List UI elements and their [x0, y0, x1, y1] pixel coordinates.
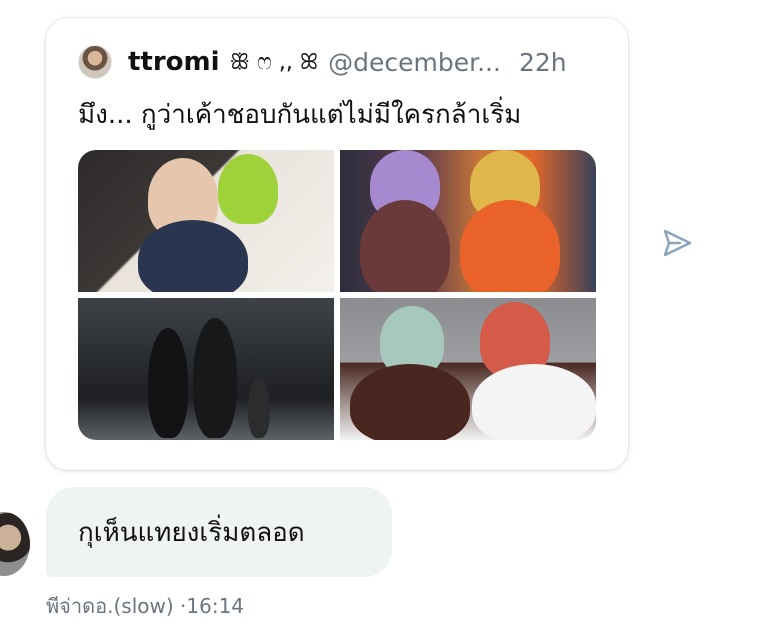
message-text: กุเห็นแทยงเริ่มตลอด [78, 517, 305, 548]
author-name[interactable]: ttromi [128, 47, 220, 77]
media-grid [78, 150, 596, 440]
media-photo-2[interactable] [340, 150, 596, 292]
message-sender-name[interactable]: พีจ่าดอ.(slow) [46, 594, 174, 618]
paper-plane-icon[interactable] [660, 226, 694, 260]
sender-avatar[interactable] [0, 512, 30, 576]
message-time: 16:14 [186, 594, 245, 618]
media-photo-1[interactable] [78, 150, 334, 292]
quoted-post-card[interactable]: ttromi ꕥ ෆ ,, ꕤ @december... 22h มึง... … [46, 18, 628, 470]
message-meta: พีจ่าดอ.(slow) ·16:14 [46, 590, 244, 622]
quoted-post-text: มึง... กูว่าเค้าชอบกันแต่ไม่มีใครกล้าเริ… [78, 100, 522, 130]
author-avatar[interactable] [78, 45, 112, 79]
author-handle[interactable]: @december... [328, 48, 501, 77]
quoted-post-header: ttromi ꕥ ෆ ,, ꕤ @december... 22h [78, 44, 567, 80]
dm-conversation: ttromi ꕥ ෆ ,, ꕤ @december... 22h มึง... … [0, 0, 773, 635]
post-timestamp[interactable]: 22h [519, 48, 567, 77]
media-photo-4[interactable] [340, 298, 596, 440]
author-name-decoration: ꕥ ෆ ,, ꕤ [229, 49, 319, 75]
message-bubble[interactable]: กุเห็นแทยงเริ่มตลอด [46, 487, 392, 577]
media-photo-3[interactable] [78, 298, 334, 440]
